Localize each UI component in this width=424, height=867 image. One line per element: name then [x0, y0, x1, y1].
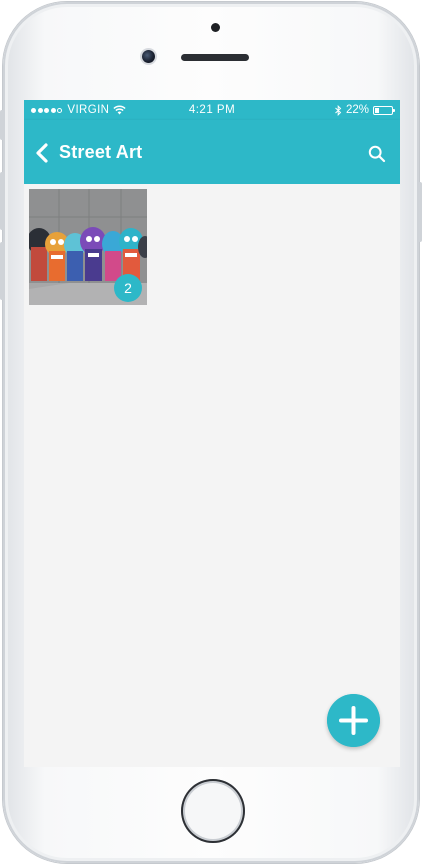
status-right: 22% — [335, 104, 395, 116]
earpiece-speaker — [181, 54, 249, 61]
back-button[interactable] — [35, 143, 49, 163]
navigation-bar: Street Art — [24, 120, 400, 184]
volume-down-button — [0, 242, 4, 300]
search-icon — [368, 145, 386, 163]
page-title: Street Art — [59, 142, 143, 162]
search-button[interactable] — [368, 145, 386, 163]
home-button[interactable] — [181, 779, 245, 843]
proximity-sensor — [211, 23, 220, 32]
bluetooth-icon — [335, 104, 342, 116]
add-button[interactable] — [327, 694, 380, 747]
album-item[interactable]: 2 — [29, 189, 147, 305]
status-bar: VIRGIN 4:21 PM 22% — [24, 100, 400, 120]
album-grid: 2 — [24, 184, 400, 767]
chevron-left-icon — [36, 143, 48, 163]
battery-percent: 22% — [345, 104, 369, 116]
photo-count-badge: 2 — [114, 274, 142, 302]
battery-icon — [373, 105, 395, 115]
mute-switch — [0, 110, 4, 140]
app-screen: VIRGIN 4:21 PM 22% Street Art 2 — [24, 100, 400, 767]
front-camera-icon — [142, 50, 155, 63]
volume-up-button — [0, 172, 4, 230]
power-button — [418, 182, 422, 242]
